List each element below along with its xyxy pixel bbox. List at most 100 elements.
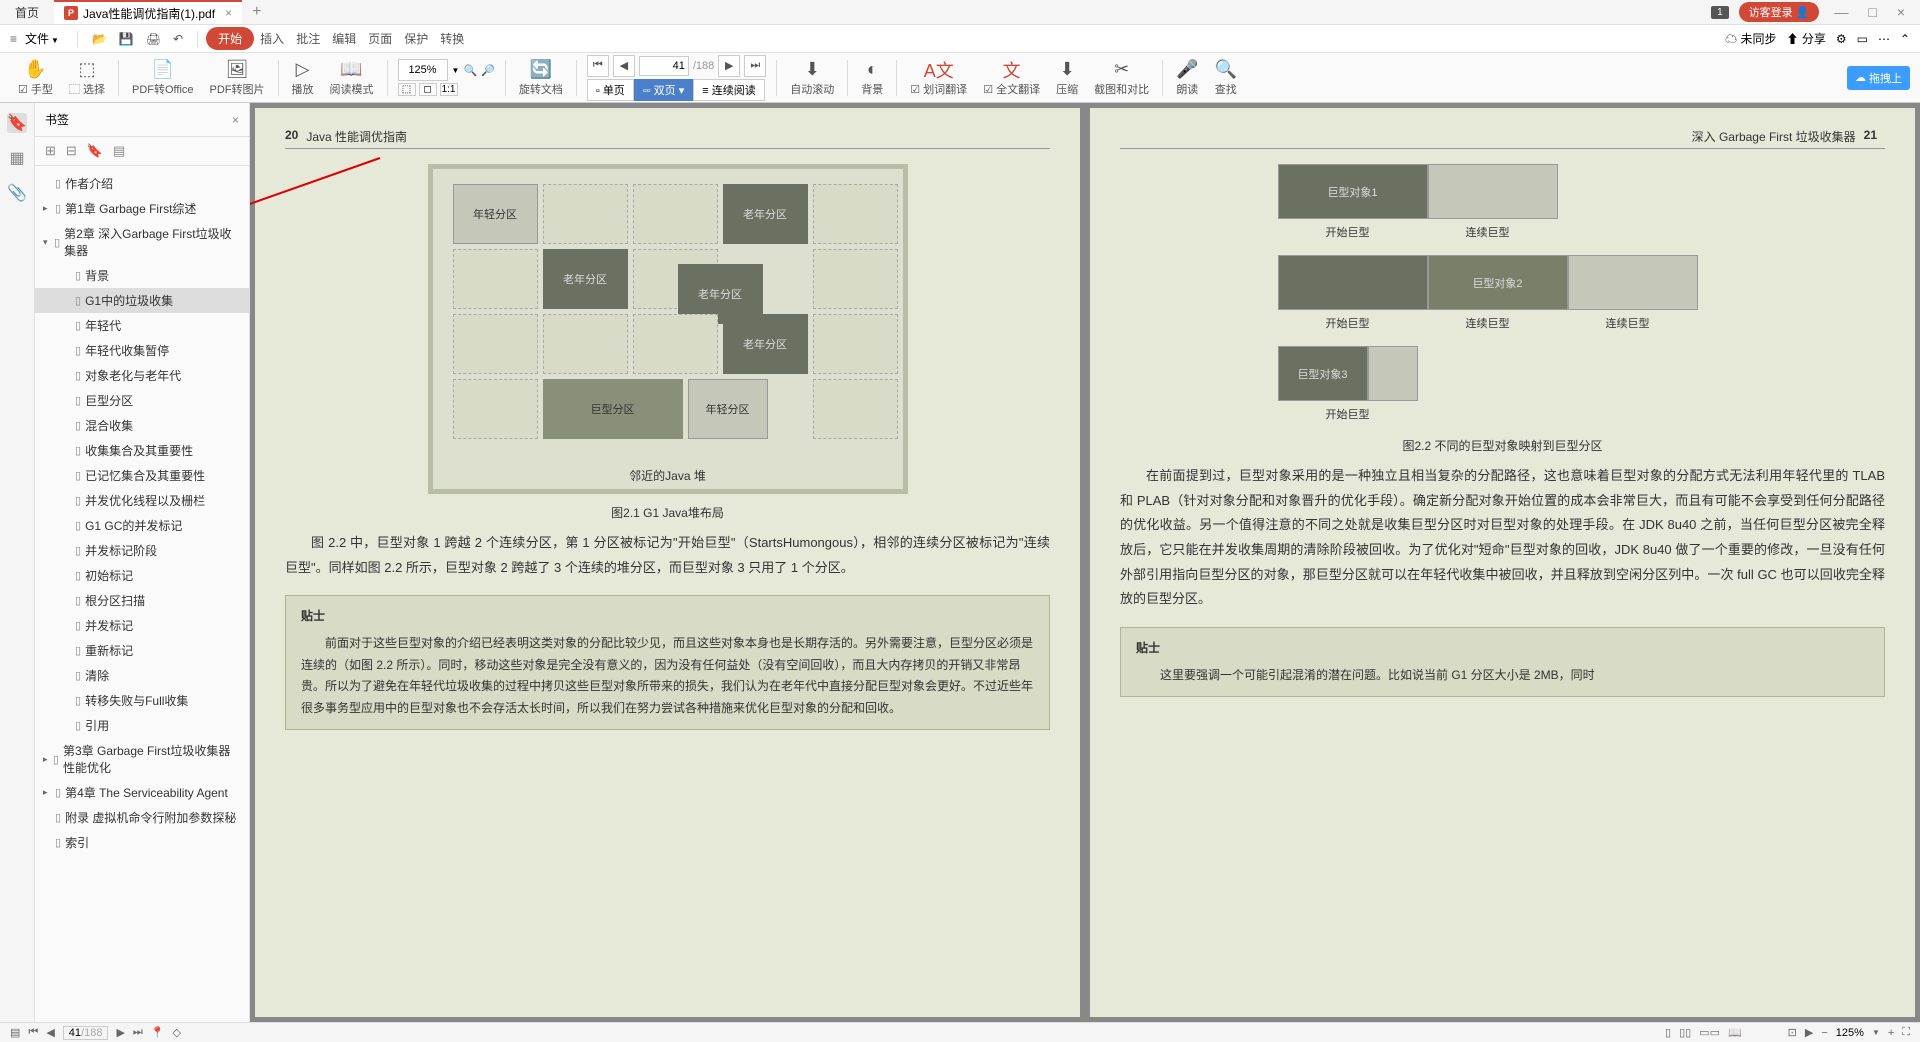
sb-prev-icon[interactable]: ◀ <box>46 1026 54 1039</box>
close-tab-icon[interactable]: × <box>225 6 232 20</box>
sb-bookmark-icon[interactable]: ◇ <box>173 1026 181 1039</box>
find-button[interactable]: 🔍查找 <box>1207 59 1245 97</box>
window-icon[interactable]: ▭ <box>1857 32 1868 46</box>
compress-button[interactable]: ⬇压缩 <box>1048 59 1086 97</box>
minimize-icon[interactable]: — <box>1829 4 1853 20</box>
bookmark-item[interactable]: ▯并发优化线程以及栅栏 <box>35 488 249 513</box>
collapse-icon[interactable]: ⌃ <box>1900 32 1910 46</box>
file-menu[interactable]: 文件▼ <box>25 30 59 47</box>
bookmark-rail-icon[interactable]: 🔖 <box>7 113 27 133</box>
view-single-icon[interactable]: ▯ <box>1665 1026 1671 1039</box>
sidebar-toggle-icon[interactable]: ▤ <box>10 1026 20 1039</box>
add-tab-button[interactable]: + <box>242 3 271 21</box>
view-book-icon[interactable]: 📖 <box>1728 1026 1742 1039</box>
expand-all-icon[interactable]: ⊞ <box>45 143 56 159</box>
bookmark-item[interactable]: ▯G1 GC的并发标记 <box>35 513 249 538</box>
open-icon[interactable]: 📂 <box>86 32 113 46</box>
bookmark-item[interactable]: ▯索引 <box>35 830 249 855</box>
bookmark-item[interactable]: ▯并发标记阶段 <box>35 538 249 563</box>
undo-icon[interactable]: ↶ <box>167 32 189 46</box>
collapse-all-icon[interactable]: ⊟ <box>66 143 77 159</box>
start-tab[interactable]: 开始 <box>206 27 254 50</box>
view-continuous-icon[interactable]: ▯▯ <box>1679 1026 1691 1039</box>
bookmark-item[interactable]: ▯背景 <box>35 263 249 288</box>
bookmark-item[interactable]: ▯清除 <box>35 663 249 688</box>
continuous-button[interactable]: ≡ 连续阅读 <box>693 79 764 101</box>
bookmark-item[interactable]: ▯年轻代收集暂停 <box>35 338 249 363</box>
fit-width-icon[interactable]: ⬚ <box>398 83 416 96</box>
pdf-to-office[interactable]: 📄PDF转Office <box>124 59 202 97</box>
print-icon[interactable]: 🖨 <box>140 32 167 46</box>
hamburger-icon[interactable]: ≡ <box>10 32 17 46</box>
next-page-icon[interactable]: ▶ <box>718 55 740 77</box>
sb-first-icon[interactable]: ⏮ <box>28 1026 38 1039</box>
bookmark-item[interactable]: ▯重新标记 <box>35 638 249 663</box>
sb-last-icon[interactable]: ⏭ <box>133 1026 143 1039</box>
cloud-upload[interactable]: ☁ 拖拽上 <box>1847 66 1910 90</box>
double-page-button[interactable]: ▫▫ 双页 ▾ <box>634 79 693 101</box>
word-translate[interactable]: A文☑ 划词翻译 <box>902 59 975 97</box>
single-page-button[interactable]: ▫ 单页 <box>587 79 634 101</box>
close-panel-icon[interactable]: × <box>232 113 239 127</box>
full-translate[interactable]: 文☑ 全文翻译 <box>975 59 1048 97</box>
bookmark-item[interactable]: ▯根分区扫描 <box>35 588 249 613</box>
save-icon[interactable]: 💾 <box>113 32 140 46</box>
auto-scroll[interactable]: ⬇自动滚动 <box>782 59 842 97</box>
bookmark-item[interactable]: ▯巨型分区 <box>35 388 249 413</box>
fullscreen-icon[interactable]: ⛶ <box>1902 1026 1910 1039</box>
edit-tab[interactable]: 编辑 <box>326 30 362 47</box>
sb-marker-icon[interactable]: 📍 <box>151 1026 165 1039</box>
bookmark-item[interactable]: ▯对象老化与老年代 <box>35 363 249 388</box>
bookmark-item[interactable]: ▯混合收集 <box>35 413 249 438</box>
zoom-in-icon[interactable]: 🔎 <box>481 64 495 77</box>
close-window-icon[interactable]: × <box>1892 4 1910 20</box>
zoom-input[interactable] <box>398 59 448 81</box>
fit-icon[interactable]: ⊡ <box>1788 1026 1797 1039</box>
background-button[interactable]: ◐背景 <box>853 59 891 97</box>
bookmark-item[interactable]: ▸▯第4章 The Serviceability Agent <box>35 780 249 805</box>
dropdown-icon[interactable]: ▼ <box>452 66 460 75</box>
read-mode[interactable]: 📖阅读模式 <box>322 59 382 97</box>
bookmark-item[interactable]: ▯年轻代 <box>35 313 249 338</box>
actual-size-icon[interactable]: 1:1 <box>440 83 458 96</box>
bookmark-item[interactable]: ▯作者介绍 <box>35 171 249 196</box>
protect-tab[interactable]: 保护 <box>398 30 434 47</box>
read-aloud[interactable]: 🎤朗读 <box>1168 59 1206 97</box>
page-tab[interactable]: 页面 <box>362 30 398 47</box>
bookmark-item[interactable]: ▯收集集合及其重要性 <box>35 438 249 463</box>
bookmark-settings-icon[interactable]: ▤ <box>113 143 125 159</box>
bookmark-item[interactable]: ▯转移失败与Full收集 <box>35 688 249 713</box>
view-double-icon[interactable]: ▭▭ <box>1699 1026 1720 1039</box>
attachment-rail-icon[interactable]: 📎 <box>7 183 27 203</box>
crop-compare[interactable]: ✂截图和对比 <box>1086 59 1157 97</box>
bookmark-item[interactable]: ▯引用 <box>35 713 249 738</box>
add-bookmark-icon[interactable]: 🔖 <box>87 143 103 159</box>
bookmark-item[interactable]: ▯已记忆集合及其重要性 <box>35 463 249 488</box>
zoom-out-sb-icon[interactable]: − <box>1821 1027 1827 1039</box>
select-tool[interactable]: ⬚⬚ 选择 <box>61 59 113 97</box>
bookmark-item[interactable]: ▸▯第3章 Garbage First垃圾收集器性能优化 <box>35 738 249 780</box>
convert-tab[interactable]: 转换 <box>434 30 470 47</box>
bookmark-item[interactable]: ▯G1中的垃圾收集 <box>35 288 249 313</box>
first-page-icon[interactable]: ⏮ <box>587 55 609 77</box>
bookmark-item[interactable]: ▯并发标记 <box>35 613 249 638</box>
sb-page-input[interactable]: 41/188 <box>63 1026 109 1040</box>
pdf-to-image[interactable]: 🖼PDF转图片 <box>202 59 273 97</box>
file-tab[interactable]: P Java性能调优指南(1).pdf × <box>54 0 242 24</box>
play-button[interactable]: ▷播放 <box>284 59 322 97</box>
bookmark-item[interactable]: ▾▯第2章 深入Garbage First垃圾收集器 <box>35 221 249 263</box>
thumbnail-rail-icon[interactable]: ▦ <box>7 148 27 168</box>
rotate-button[interactable]: 🔄旋转文档 <box>511 59 571 97</box>
page-input[interactable] <box>639 56 689 76</box>
hand-tool[interactable]: ✋☑ 手型 <box>10 59 61 97</box>
gear-icon[interactable]: ⚙ <box>1836 32 1847 46</box>
maximize-icon[interactable]: □ <box>1863 4 1881 20</box>
sync-status[interactable]: ☁ 未同步 <box>1725 30 1776 47</box>
annotate-tab[interactable]: 批注 <box>290 30 326 47</box>
share-button[interactable]: ⬆ 分享 <box>1786 30 1825 47</box>
insert-tab[interactable]: 插入 <box>254 30 290 47</box>
notification-badge[interactable]: 1 <box>1711 6 1729 19</box>
presentation-icon[interactable]: ▶ <box>1805 1026 1813 1039</box>
bookmark-item[interactable]: ▯初始标记 <box>35 563 249 588</box>
sb-next-icon[interactable]: ▶ <box>116 1026 124 1039</box>
